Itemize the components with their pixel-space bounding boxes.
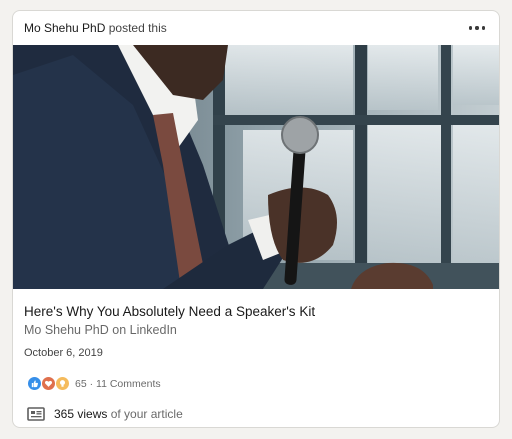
social-counts: 65 · 11 Comments: [13, 360, 499, 391]
views-row[interactable]: 365 views of your article: [13, 391, 499, 421]
article-info: Here's Why You Absolutely Need a Speaker…: [13, 289, 499, 360]
views-count: 365 views: [54, 407, 108, 421]
more-options-icon[interactable]: [467, 20, 487, 35]
reactions-group[interactable]: [27, 376, 70, 391]
card-header: Mo Shehu PhD posted this: [13, 11, 499, 45]
article-title[interactable]: Here's Why You Absolutely Need a Speaker…: [24, 303, 488, 321]
views-suffix: of your article: [107, 407, 183, 421]
article-date: October 6, 2019: [24, 347, 103, 359]
posted-by-line: Mo Shehu PhD posted this: [24, 21, 167, 35]
article-views-icon: [27, 407, 45, 421]
comments-count[interactable]: 11 Comments: [96, 378, 161, 390]
article-cover-image[interactable]: [13, 45, 499, 289]
insightful-reaction-icon: [55, 376, 70, 391]
article-subtitle: Mo Shehu PhD on LinkedIn: [24, 323, 177, 337]
article-share-card: Mo Shehu PhD posted this Here's Why You …: [12, 10, 500, 428]
like-reaction-icon: [27, 376, 42, 391]
love-reaction-icon: [41, 376, 56, 391]
reaction-count[interactable]: 65: [75, 378, 87, 390]
separator-dot: ·: [86, 377, 97, 390]
action-text: posted this: [108, 21, 167, 35]
actor-name[interactable]: Mo Shehu PhD: [24, 21, 105, 35]
